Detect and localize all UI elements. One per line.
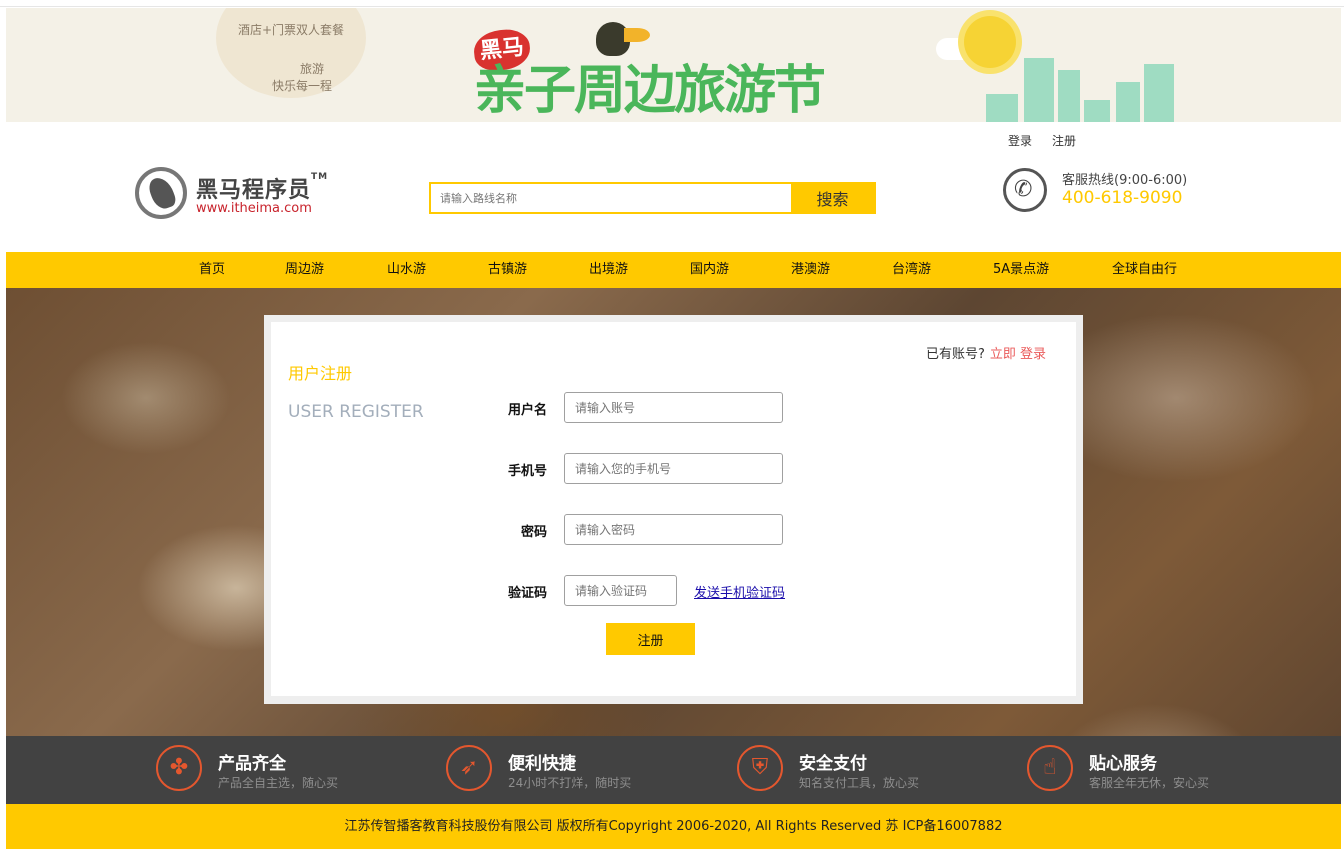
banner-promo-line-3: 快乐每一程 (272, 79, 333, 93)
horse-logo-icon[interactable] (135, 167, 187, 219)
search-bar: 搜索 (429, 182, 876, 214)
building-decoration (1116, 82, 1140, 122)
top-border (0, 0, 1344, 7)
phone-label: 手机号 (507, 464, 547, 479)
search-button[interactable]: 搜索 (791, 184, 874, 212)
has-account-text: 已有账号? (926, 347, 985, 362)
login-link[interactable]: 登录 (1008, 132, 1032, 149)
feature-title: 安全支付 (799, 754, 867, 774)
username-field[interactable] (564, 392, 783, 423)
phone-field[interactable] (564, 453, 783, 484)
search-input[interactable] (431, 184, 811, 212)
code-label: 验证码 (507, 586, 547, 601)
promo-banner[interactable]: 酒店+门票双人套餐 旅游 快乐每一程 黑马 亲子周边旅游节 (6, 8, 1341, 122)
register-title: 用户注册 (288, 364, 353, 383)
shield-icon: ⛨ (737, 745, 783, 791)
rocket-icon: ➶ (446, 745, 492, 791)
feature-title: 产品齐全 (218, 754, 286, 774)
nav-item-nearby[interactable]: 周边游 (285, 252, 324, 288)
feature-title: 便利快捷 (508, 754, 576, 774)
register-submit-button[interactable]: 注册 (606, 623, 695, 655)
phone-icon: ✆ (1003, 168, 1047, 212)
login-now-link[interactable]: 立即 登录 (990, 347, 1046, 362)
thumbs-up-icon: ☝ (1027, 745, 1073, 791)
nav-item-domestic[interactable]: 国内游 (690, 252, 729, 288)
nav-item-5a-scenic[interactable]: 5A景点游 (993, 252, 1049, 288)
nav-item-global-travel[interactable]: 全球自由行 (1112, 252, 1177, 288)
hotline-label: 客服热线(9:00-6:00) (1062, 173, 1188, 188)
main-nav: 首页 周边游 山水游 古镇游 出境游 国内游 港澳游 台湾游 5A景点游 全球自… (6, 252, 1341, 288)
banner-promo-line-1: 酒店+门票双人套餐 (238, 23, 345, 37)
clover-icon: ✤ (156, 745, 202, 791)
send-code-link[interactable]: 发送手机验证码 (694, 582, 785, 601)
feature-desc: 知名支付工具，放心买 (799, 776, 920, 790)
building-decoration (1084, 100, 1110, 122)
feature-desc: 产品全自主选，随心买 (218, 776, 339, 790)
building-decoration (986, 94, 1018, 122)
register-subtitle: USER REGISTER (288, 402, 424, 422)
password-label: 密码 (520, 525, 547, 540)
logo-name: 黑马程序员 (196, 178, 312, 203)
feature-desc: 客服全年无休，安心买 (1089, 776, 1210, 790)
banner-festival-title: 亲子周边旅游节 (474, 61, 826, 121)
sun-icon (964, 16, 1016, 68)
nav-item-home[interactable]: 首页 (199, 252, 225, 288)
feature-title: 贴心服务 (1089, 754, 1157, 774)
password-field[interactable] (564, 514, 783, 545)
nav-item-ancient-town[interactable]: 古镇游 (488, 252, 527, 288)
banner-promo-line-2: 旅游 (300, 62, 325, 76)
features-bar: ✤ 产品齐全 产品全自主选，随心买 ➶ 便利快捷 24小时不打烊，随时买 ⛨ 安… (6, 736, 1341, 804)
logo-trademark: TM (311, 172, 329, 182)
nav-item-hk-macau[interactable]: 港澳游 (791, 252, 830, 288)
bird-beak-decoration (624, 28, 650, 42)
hotline-number: 400-618-9090 (1062, 188, 1183, 208)
building-decoration (1058, 70, 1080, 122)
building-decoration (1024, 58, 1054, 122)
building-decoration (1144, 64, 1174, 122)
feature-desc: 24小时不打烊，随时买 (508, 776, 632, 790)
register-link[interactable]: 注册 (1052, 132, 1076, 149)
nav-item-landscape[interactable]: 山水游 (387, 252, 426, 288)
nav-item-taiwan[interactable]: 台湾游 (892, 252, 931, 288)
logo-url[interactable]: www.itheima.com (196, 201, 312, 216)
footer-copyright: 江苏传智播客教育科技股份有限公司 版权所有Copyright 2006-2020… (6, 804, 1341, 849)
has-account-prompt: 已有账号? 立即 登录 (926, 343, 1046, 362)
code-field[interactable] (564, 575, 677, 606)
logo-text[interactable]: 黑马程序员TM (196, 172, 328, 204)
nav-item-outbound[interactable]: 出境游 (589, 252, 628, 288)
username-label: 用户名 (507, 403, 547, 418)
